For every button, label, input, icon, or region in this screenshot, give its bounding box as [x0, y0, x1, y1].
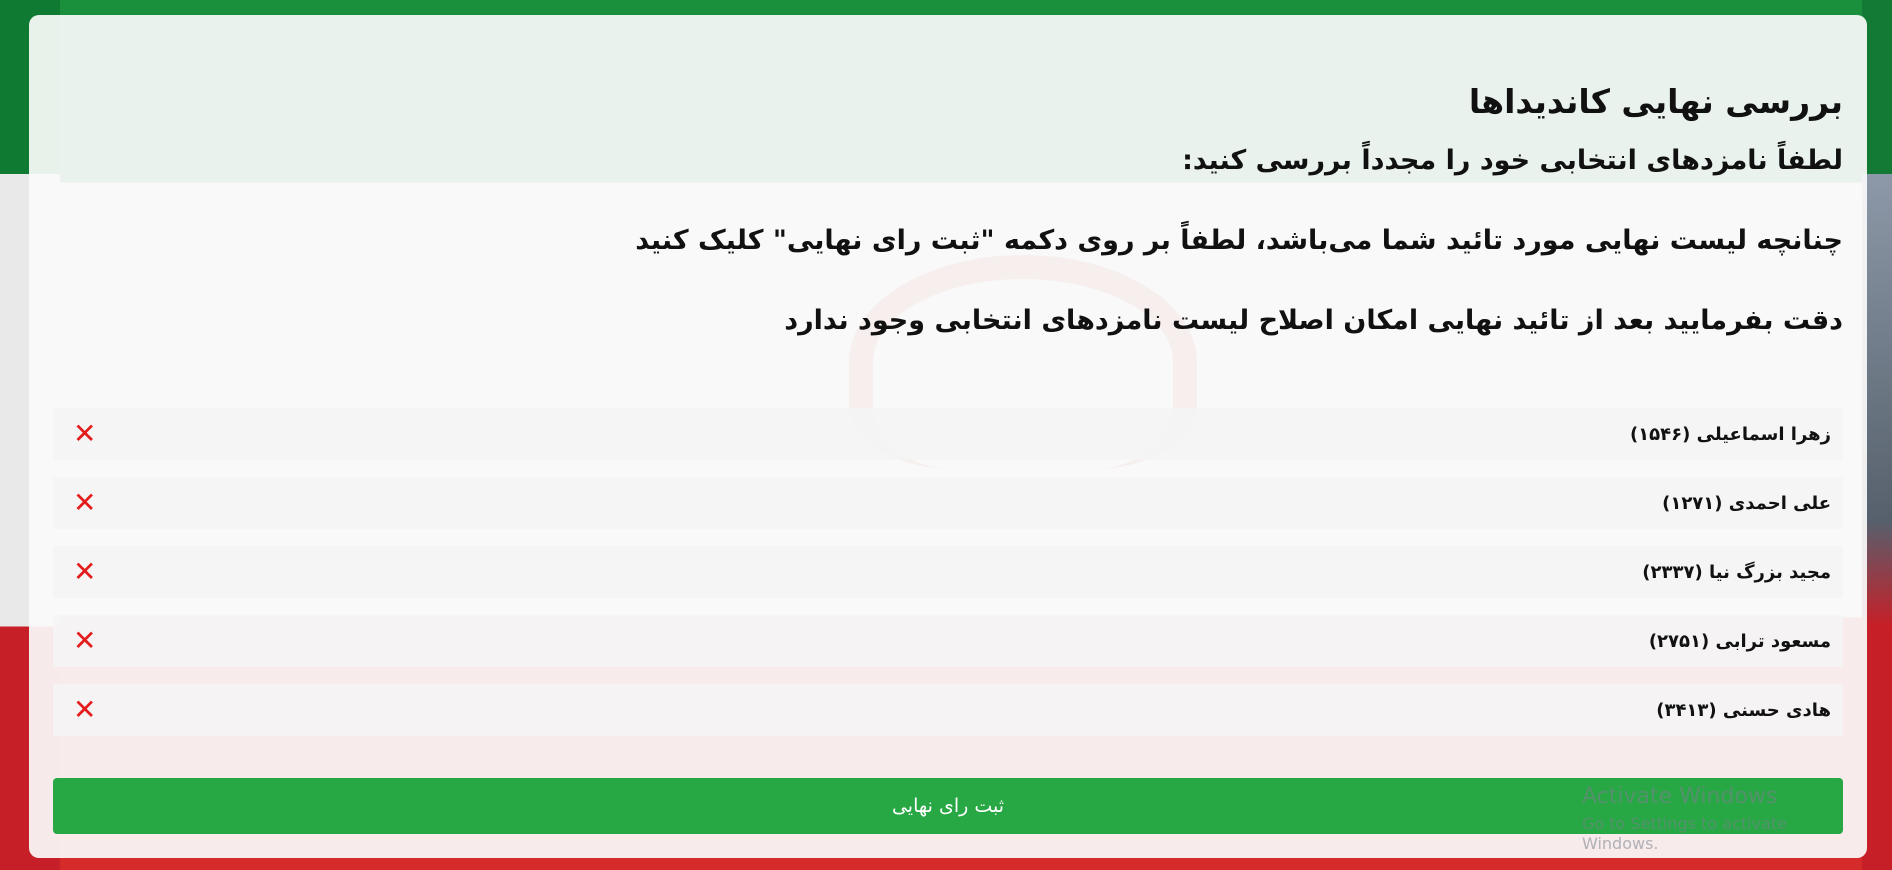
instruction-warning: دقت بفرمایید بعد از تائید نهایی امکان اص…	[784, 305, 1843, 336]
candidate-name: مسعود ترابی (۲۷۵۱)	[1648, 630, 1831, 652]
remove-candidate-icon[interactable]: ✕	[73, 627, 96, 655]
candidate-name: زهرا اسماعیلی (۱۵۴۶)	[1629, 423, 1831, 445]
candidate-row: مجید بزرگ نیا (۲۳۳۷) ✕	[53, 546, 1843, 598]
instructions-block: بررسی نهایی کاندیداها لطفاً نامزدهای انت…	[53, 75, 1843, 341]
candidate-row: مسعود ترابی (۲۷۵۱) ✕	[53, 615, 1843, 667]
candidate-row: هادی حسنی (۳۴۱۳) ✕	[53, 684, 1843, 736]
instruction-confirm: چنانچه لیست نهایی مورد تائید شما می‌باشد…	[635, 225, 1843, 256]
candidate-name: علی احمدی (۱۲۷۱)	[1662, 492, 1831, 514]
remove-candidate-icon[interactable]: ✕	[73, 420, 96, 448]
instruction-review: لطفاً نامزدهای انتخابی خود را مجدداً برر…	[1182, 145, 1843, 176]
candidate-name: مجید بزرگ نیا (۲۳۳۷)	[1642, 561, 1831, 583]
candidate-row: زهرا اسماعیلی (۱۵۴۶) ✕	[53, 408, 1843, 460]
remove-candidate-icon[interactable]: ✕	[73, 696, 96, 724]
page-title: بررسی نهایی کاندیداها	[1468, 82, 1843, 121]
candidate-name: هادی حسنی (۳۴۱۳)	[1656, 699, 1831, 721]
remove-candidate-icon[interactable]: ✕	[73, 489, 96, 517]
submit-final-vote-button[interactable]: ثبت رای نهایی	[53, 778, 1843, 834]
remove-candidate-icon[interactable]: ✕	[73, 558, 96, 586]
review-card: بررسی نهایی کاندیداها لطفاً نامزدهای انت…	[29, 15, 1867, 858]
candidate-list: زهرا اسماعیلی (۱۵۴۶) ✕ علی احمدی (۱۲۷۱) …	[53, 408, 1843, 753]
candidate-row: علی احمدی (۱۲۷۱) ✕	[53, 477, 1843, 529]
